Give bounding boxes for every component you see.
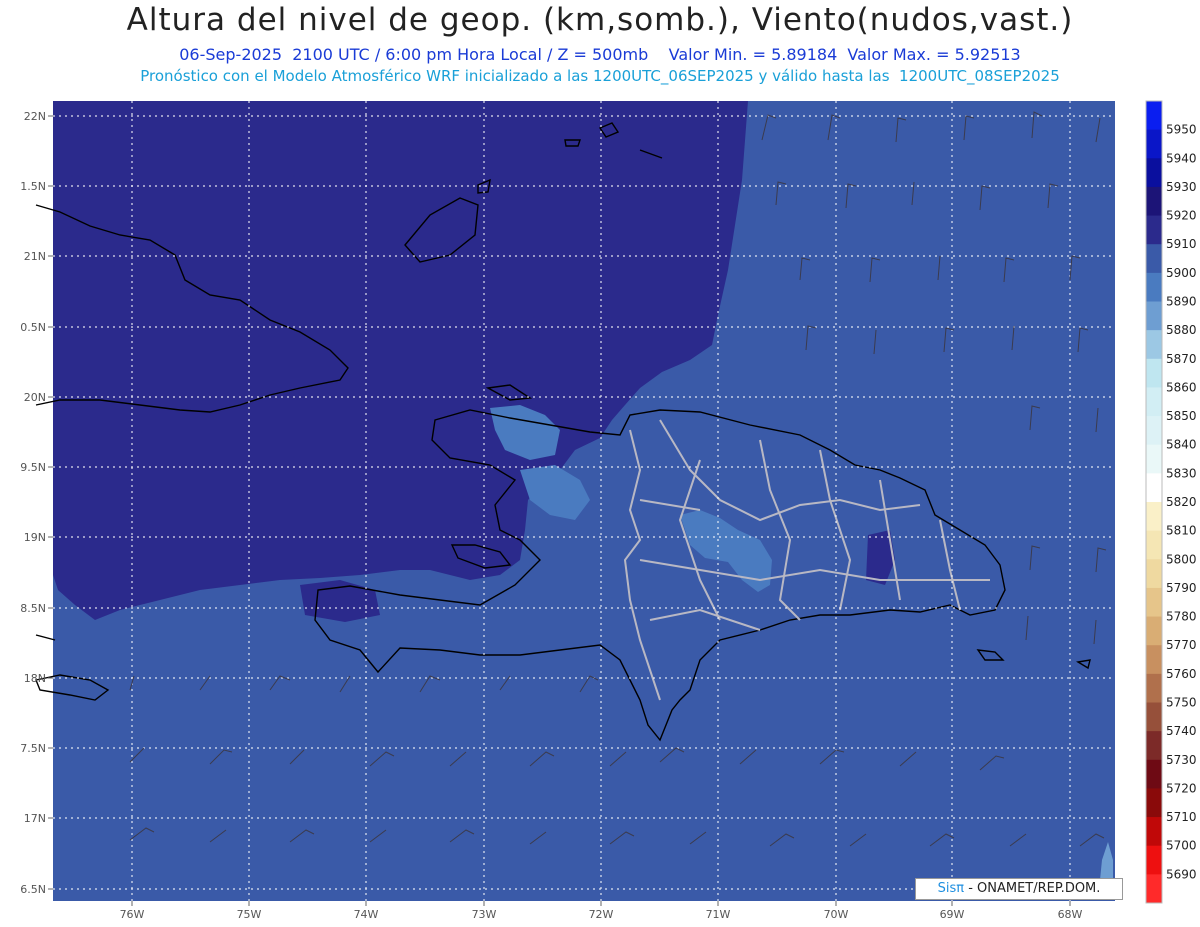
- lon-label: 75W: [237, 908, 262, 921]
- lat-label: 8.5N: [20, 602, 46, 615]
- colorbar-swatch: [1146, 272, 1162, 302]
- colorbar-label: 5700: [1166, 839, 1197, 853]
- colorbar-label: 5860: [1166, 380, 1197, 394]
- colorbar-swatch: [1146, 587, 1162, 618]
- colorbar-swatch: [1146, 444, 1162, 474]
- colorbar-label: 5810: [1166, 524, 1197, 538]
- colorbar-label: 5900: [1166, 266, 1197, 280]
- colorbar-swatch: [1146, 817, 1162, 847]
- colorbar-label: 5730: [1166, 753, 1197, 767]
- lat-label: 0.5N: [20, 321, 46, 334]
- lat-label: 22N: [24, 110, 46, 123]
- colorbar-label: 5820: [1166, 495, 1197, 509]
- forecast-map: 22N 1.5N 21N 0.5N 20N 9.5N 19N 8.5N 18N …: [20, 100, 1197, 921]
- lon-label: 72W: [589, 908, 614, 921]
- colorbar-swatch: [1146, 301, 1162, 331]
- colorbar-swatch: [1146, 330, 1162, 360]
- lon-label: 76W: [120, 908, 145, 921]
- colorbar-swatch: [1146, 702, 1162, 732]
- lat-label: 9.5N: [20, 461, 46, 474]
- colorbar-swatch: [1146, 673, 1162, 703]
- colorbar-label: 5690: [1166, 867, 1197, 881]
- colorbar-label: 5950: [1166, 123, 1197, 137]
- colorbar-swatch: [1146, 788, 1162, 818]
- credit-box: Sisπ - ONAMET/REP.DOM.: [915, 878, 1123, 900]
- colorbar-label: 5770: [1166, 638, 1197, 652]
- lon-label: 71W: [706, 908, 731, 921]
- lat-label: 20N: [24, 391, 46, 404]
- lat-label: 7.5N: [20, 742, 46, 755]
- lat-label: 1.5N: [20, 180, 46, 193]
- colorbar-swatch: [1146, 244, 1162, 274]
- colorbar-label: 5780: [1166, 610, 1197, 624]
- colorbar-label: 5940: [1166, 151, 1197, 165]
- colorbar-label: 5720: [1166, 781, 1197, 795]
- colorbar-label: 5850: [1166, 409, 1197, 423]
- colorbar-swatch: [1146, 645, 1162, 675]
- colorbar-swatch: [1146, 530, 1162, 560]
- lon-label: 70W: [824, 908, 849, 921]
- colorbar-swatch: [1146, 759, 1162, 789]
- colorbar-label: 5750: [1166, 696, 1197, 710]
- colorbar-swatch: [1146, 559, 1162, 589]
- lon-label: 68W: [1058, 908, 1083, 921]
- lon-label: 74W: [354, 908, 379, 921]
- lat-label: 19N: [24, 531, 46, 544]
- colorbar-swatch: [1146, 473, 1162, 503]
- colorbar-label: 5760: [1166, 667, 1197, 681]
- colorbar-label: 5790: [1166, 581, 1197, 595]
- colorbar: 5950 5940 5930 5920 5910 5900 5890 5880 5870 5860…: [1145, 100, 1197, 904]
- colorbar-swatch: [1146, 158, 1162, 188]
- credit-text: - ONAMET/REP.DOM.: [964, 881, 1101, 896]
- colorbar-swatch: [1146, 874, 1162, 904]
- lon-label: 69W: [940, 908, 965, 921]
- colorbar-label: 5740: [1166, 724, 1197, 738]
- colorbar-swatch: [1146, 502, 1162, 532]
- colorbar-label: 5930: [1166, 180, 1197, 194]
- colorbar-swatch: [1146, 129, 1162, 159]
- lat-label: 21N: [24, 250, 46, 263]
- colorbar-label: 5910: [1166, 237, 1197, 251]
- sispi-logo-text: Sisπ: [937, 881, 965, 896]
- colorbar-swatch: [1146, 215, 1162, 245]
- colorbar-swatch: [1146, 387, 1162, 417]
- colorbar-swatch: [1146, 101, 1162, 131]
- colorbar-swatch: [1146, 358, 1162, 388]
- colorbar-swatch: [1146, 616, 1162, 646]
- lat-label: 17N: [24, 812, 46, 825]
- colorbar-label: 5920: [1166, 209, 1197, 223]
- colorbar-label: 5890: [1166, 295, 1197, 309]
- colorbar-label: 5830: [1166, 466, 1197, 480]
- longitude-labels: 76W 75W 74W 73W 72W 71W 70W 69W 68W: [120, 908, 1083, 921]
- lat-label: 18N: [24, 672, 46, 685]
- colorbar-label: 5880: [1166, 323, 1197, 337]
- colorbar-label: 5840: [1166, 438, 1197, 452]
- lat-label: 6.5N: [20, 883, 46, 896]
- latitude-labels: 22N 1.5N 21N 0.5N 20N 9.5N 19N 8.5N 18N …: [20, 110, 46, 896]
- colorbar-label: 5870: [1166, 352, 1197, 366]
- colorbar-label: 5710: [1166, 810, 1197, 824]
- lon-label: 73W: [472, 908, 497, 921]
- colorbar-swatch: [1146, 731, 1162, 761]
- colorbar-swatch: [1146, 186, 1162, 217]
- colorbar-swatch: [1146, 416, 1162, 446]
- colorbar-swatch: [1146, 845, 1162, 875]
- colorbar-label: 5800: [1166, 552, 1197, 566]
